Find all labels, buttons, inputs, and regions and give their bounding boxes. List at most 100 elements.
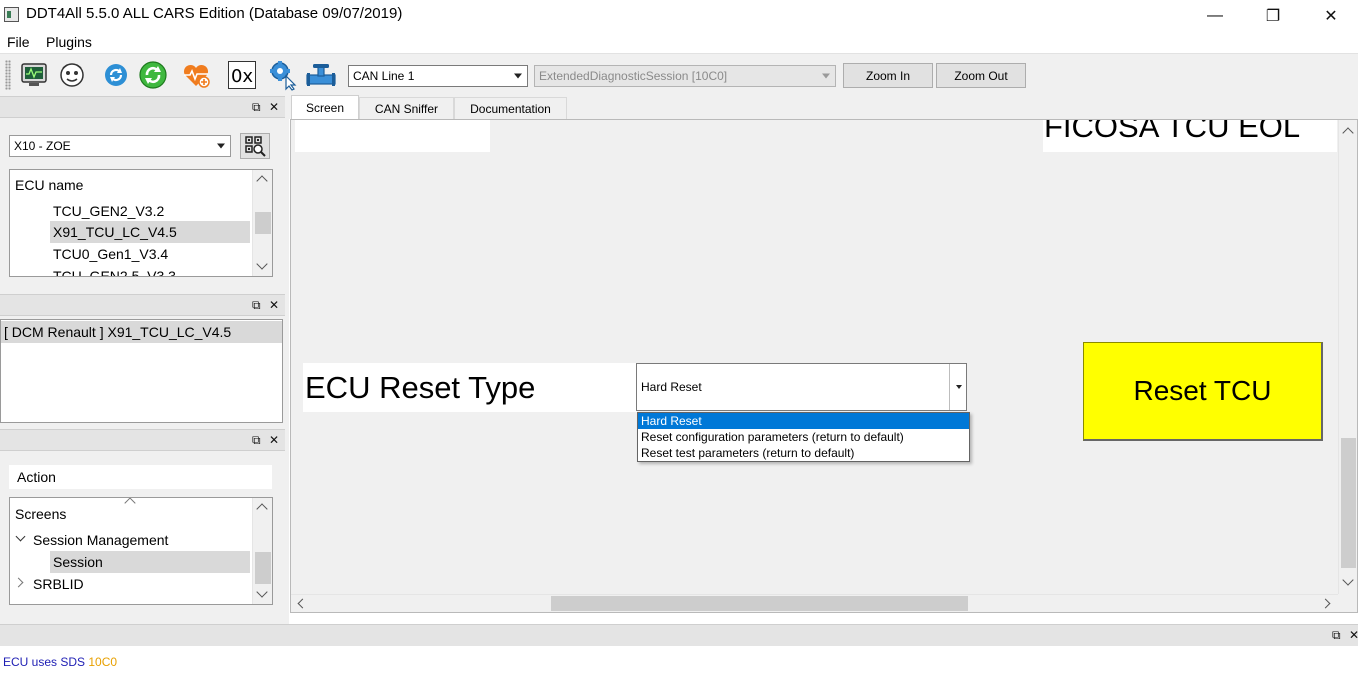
menu-bar: File Plugins xyxy=(0,31,1358,53)
ecu-list-item[interactable]: TCU_GEN2_V3.2 xyxy=(50,200,250,222)
header-title-box: FICOSA TCU EOL xyxy=(1043,120,1337,152)
screen-view: FICOSA TCU EOL ECU Reset Type Hard Reset… xyxy=(290,119,1358,613)
chevron-down-icon xyxy=(217,143,225,149)
can-line-select[interactable]: CAN Line 1 xyxy=(348,65,528,87)
qr-search-button[interactable] xyxy=(240,133,270,159)
zoom-out-button[interactable]: Zoom Out xyxy=(936,63,1026,88)
maximize-button[interactable]: ❐ xyxy=(1244,0,1302,31)
scroll-thumb[interactable] xyxy=(551,596,968,611)
loaded-ecu-list[interactable]: [ DCM Renault ] X91_TCU_LC_V4.5 xyxy=(0,319,283,423)
blank-field xyxy=(295,120,490,152)
chevron-down-icon xyxy=(956,385,962,389)
scroll-thumb[interactable] xyxy=(255,552,271,584)
status-message: ECU uses SDS 10C0 xyxy=(3,655,117,669)
status-session-code: 10C0 xyxy=(88,655,118,669)
chevron-down-icon[interactable] xyxy=(15,531,26,542)
ecu-list-header: ECU name xyxy=(15,177,84,193)
window-title: DDT4All 5.5.0 ALL CARS Edition (Database… xyxy=(26,5,403,22)
float-icon[interactable]: ⧉ xyxy=(252,433,261,448)
scroll-down-icon[interactable] xyxy=(256,258,268,270)
chevron-down-icon xyxy=(514,73,522,79)
screen-hscrollbar[interactable] xyxy=(291,594,1338,612)
refresh-icon[interactable] xyxy=(100,59,132,91)
scroll-left-icon[interactable] xyxy=(297,598,308,609)
ecu-list-scrollbar[interactable] xyxy=(252,170,272,276)
qr-search-icon xyxy=(245,136,266,157)
tree-node-session-management[interactable]: Session Management xyxy=(33,529,168,551)
tree-node-srblid[interactable]: SRBLID xyxy=(33,573,84,595)
session-select[interactable]: ExtendedDiagnosticSession [10C0] xyxy=(534,65,836,87)
ecu-monitor-icon[interactable] xyxy=(18,59,50,91)
loaded-ecu-item[interactable]: [ DCM Renault ] X91_TCU_LC_V4.5 xyxy=(1,321,282,343)
health-heart-icon[interactable] xyxy=(180,59,212,91)
scroll-thumb[interactable] xyxy=(1341,438,1356,568)
chevron-right-icon[interactable] xyxy=(13,577,24,588)
ecu-list[interactable]: ECU name TCU_GEN2_V3.2 X91_TCU_LC_V4.5 T… xyxy=(9,169,273,277)
toolbar-grip[interactable] xyxy=(5,60,11,90)
scroll-up-icon[interactable] xyxy=(256,175,268,187)
ecu-list-item[interactable]: TCU0_Gen1_V3.4 xyxy=(50,243,250,265)
reset-tcu-button[interactable]: Reset TCU xyxy=(1083,342,1323,441)
sort-indicator-icon xyxy=(124,498,136,509)
scroll-down-icon[interactable] xyxy=(1342,574,1354,586)
close-icon[interactable]: ✕ xyxy=(269,298,279,312)
close-icon[interactable]: ✕ xyxy=(1349,628,1358,642)
scroll-thumb[interactable] xyxy=(255,212,271,234)
ecu-list-item-selected[interactable]: X91_TCU_LC_V4.5 xyxy=(50,221,250,243)
dropdown-button[interactable] xyxy=(949,364,966,410)
tree-node-session[interactable]: Session xyxy=(50,551,250,573)
scroll-up-icon[interactable] xyxy=(1342,127,1354,139)
reset-type-label: ECU Reset Type xyxy=(305,370,536,405)
session-value: ExtendedDiagnosticSession [10C0] xyxy=(539,69,728,83)
toolbar: 0x CAN Line 1 ExtendedDiagnosticSession … xyxy=(0,53,1358,95)
status-prefix: ECU uses SDS xyxy=(3,655,86,669)
action-label: Action xyxy=(17,469,56,485)
vehicle-value: X10 - ZOE xyxy=(14,139,71,153)
zoom-in-button[interactable]: Zoom In xyxy=(843,63,933,88)
gear-pointer-icon[interactable] xyxy=(268,59,300,91)
dropdown-option[interactable]: Reset test parameters (return to default… xyxy=(638,445,969,461)
title-bar: DDT4All 5.5.0 ALL CARS Edition (Database… xyxy=(0,0,1358,31)
can-line-value: CAN Line 1 xyxy=(353,69,415,83)
dropdown-option[interactable]: Reset configuration parameters (return t… xyxy=(638,429,969,445)
screens-tree[interactable]: Screens Session Management Session SRBLI… xyxy=(9,497,273,605)
screens-tree-header: Screens xyxy=(15,506,67,522)
tab-documentation[interactable]: Documentation xyxy=(454,97,567,120)
action-field[interactable]: Action xyxy=(9,465,272,489)
bottom-dock-header: ⧉ ✕ xyxy=(0,624,1358,646)
reset-type-value: Hard Reset xyxy=(641,380,702,394)
reload-green-icon[interactable] xyxy=(137,59,169,91)
vehicle-select[interactable]: X10 - ZOE xyxy=(9,135,231,157)
screens-dock-header: ⧉ ✕ xyxy=(0,429,285,451)
menu-plugins[interactable]: Plugins xyxy=(46,34,92,50)
scan-bus-icon[interactable] xyxy=(56,59,88,91)
screen-title: FICOSA TCU EOL xyxy=(1044,120,1301,144)
reset-type-label-box: ECU Reset Type xyxy=(303,363,637,412)
reset-type-select[interactable]: Hard Reset xyxy=(636,363,967,411)
hex-mode-label: 0x xyxy=(228,61,256,89)
scroll-down-icon[interactable] xyxy=(256,586,268,598)
app-icon xyxy=(4,7,19,22)
reset-type-dropdown: Hard Reset Reset configuration parameter… xyxy=(637,412,970,462)
screen-vscrollbar[interactable] xyxy=(1338,120,1357,594)
float-icon[interactable]: ⧉ xyxy=(252,100,261,115)
dropdown-option-selected[interactable]: Hard Reset xyxy=(638,413,969,429)
chevron-down-icon xyxy=(822,73,830,79)
minimize-button[interactable]: — xyxy=(1186,0,1244,31)
scroll-up-icon[interactable] xyxy=(256,503,268,515)
screens-tree-scrollbar[interactable] xyxy=(252,498,272,604)
ecu-list-item[interactable]: TCU_GEN2.5_V3.3 xyxy=(50,265,250,276)
tab-can-sniffer[interactable]: CAN Sniffer xyxy=(359,97,454,120)
tab-screen[interactable]: Screen xyxy=(291,95,359,120)
pipe-valve-icon[interactable] xyxy=(305,59,337,91)
close-button[interactable]: ✕ xyxy=(1302,0,1358,31)
scroll-right-icon[interactable] xyxy=(1320,598,1331,609)
menu-file[interactable]: File xyxy=(7,34,30,50)
float-icon[interactable]: ⧉ xyxy=(252,298,261,313)
close-icon[interactable]: ✕ xyxy=(269,433,279,447)
hex-mode-icon[interactable]: 0x xyxy=(226,59,258,91)
ecu-dock-header: ⧉ ✕ xyxy=(0,96,285,118)
loaded-dock-header: ⧉ ✕ xyxy=(0,294,285,316)
close-icon[interactable]: ✕ xyxy=(269,100,279,114)
float-icon[interactable]: ⧉ xyxy=(1332,628,1341,643)
